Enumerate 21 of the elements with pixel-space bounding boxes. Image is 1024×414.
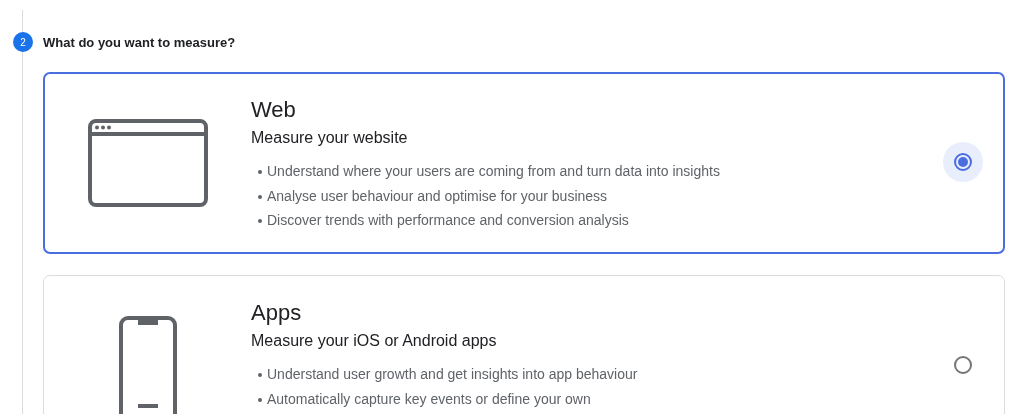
feature-text: Understand where your users are coming from and turn data into insights bbox=[267, 163, 720, 179]
step-title: What do you want to measure? bbox=[43, 34, 236, 50]
option-title: Web bbox=[251, 96, 297, 124]
bullet-icon bbox=[258, 170, 262, 174]
option-subtitle: Measure your website bbox=[251, 128, 409, 148]
option-subtitle: Measure your iOS or Android apps bbox=[251, 331, 498, 351]
feature-text: Understand user growth and get insights into app behaviour bbox=[267, 366, 638, 382]
radio-button[interactable] bbox=[943, 142, 983, 182]
phone-icon bbox=[119, 316, 177, 414]
option-card[interactable]: Apps Measure your iOS or Android apps Understand user growth and get insights into app behaviour Automatically capture key events or define your own bbox=[43, 275, 1005, 414]
feature-text: Discover trends with performance and conversion analysis bbox=[267, 212, 629, 228]
browser-window-icon bbox=[88, 119, 208, 207]
feature-text: Automatically capture key events or define your own bbox=[267, 390, 591, 407]
bullet-icon bbox=[258, 194, 262, 199]
bullet-icon bbox=[258, 219, 262, 223]
bullet-icon bbox=[258, 397, 262, 402]
option-title: Apps bbox=[251, 299, 303, 327]
feature-text: Analyse user behaviour and optimise for your business bbox=[267, 187, 608, 204]
bullet-icon bbox=[258, 373, 262, 377]
option-card[interactable] bbox=[43, 72, 1005, 254]
step-number: 2 bbox=[13, 32, 33, 52]
